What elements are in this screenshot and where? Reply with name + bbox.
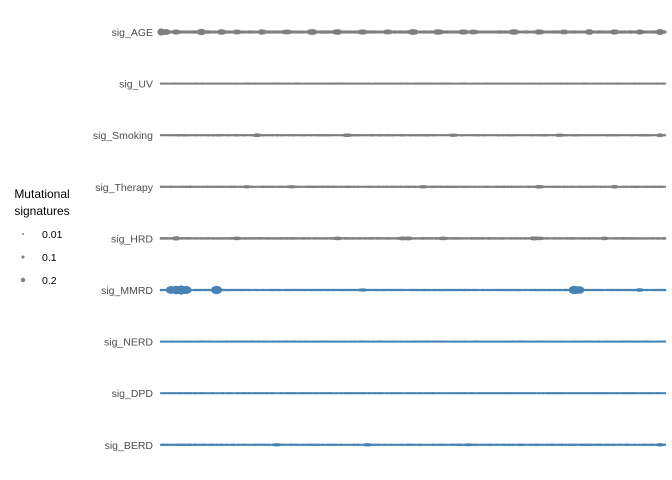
dot [663, 82, 667, 85]
dot [663, 443, 667, 447]
rows: sig_AGE sig_UV sig_Smoking sig_Therapy sig_H… [93, 27, 667, 452]
row-label-sig-uv: sig_UV [119, 79, 153, 91]
row-label-sig-mmrd: sig_MMRD [101, 285, 153, 297]
dot [663, 133, 667, 137]
legend-title-line2: signatures [14, 204, 69, 218]
legend-key-1 [21, 255, 25, 259]
legend-label-2: 0.2 [42, 275, 57, 287]
legend-label-1: 0.1 [42, 252, 57, 264]
row-label-sig-smoking: sig_Smoking [93, 130, 153, 142]
dot [663, 392, 667, 395]
dot [663, 288, 667, 292]
dot [663, 237, 667, 240]
legend: Mutational signatures 0.01 0.1 0.2 [14, 187, 69, 287]
row-label-sig-hrd: sig_HRD [111, 233, 153, 245]
legend-key-0 [22, 233, 24, 235]
dot [663, 30, 667, 34]
row-label-sig-therapy: sig_Therapy [95, 182, 154, 194]
legend-label-0: 0.01 [42, 229, 63, 241]
dot [663, 340, 667, 343]
row-label-sig-age: sig_AGE [112, 27, 153, 39]
row-label-sig-dpd: sig_DPD [112, 388, 154, 400]
dot [663, 185, 667, 189]
legend-title-line1: Mutational [14, 187, 69, 201]
legend-key-2 [20, 277, 26, 283]
signature-dot-chart: Mutational signatures 0.01 0.1 0.2 sig_A… [14, 27, 667, 452]
row-label-sig-berd: sig_BERD [105, 440, 154, 452]
row-label-sig-nerd: sig_NERD [104, 337, 153, 349]
